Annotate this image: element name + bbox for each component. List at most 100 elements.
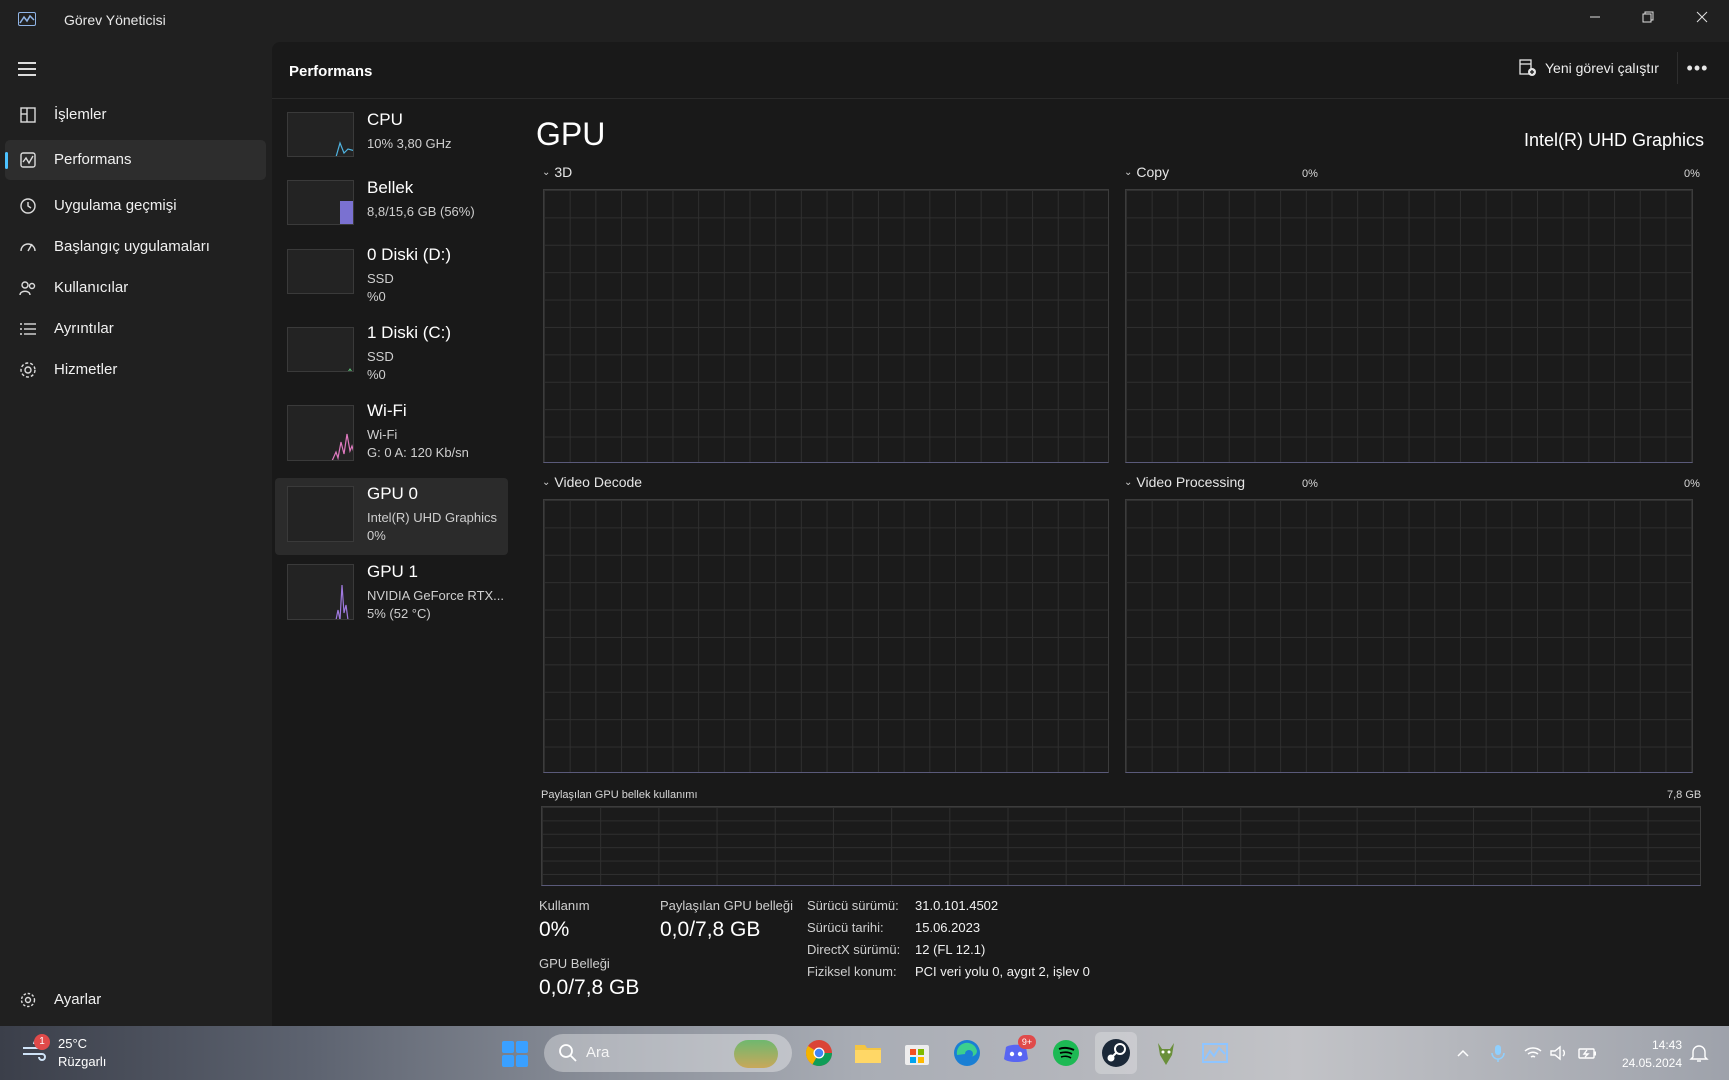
sidebar-item-app-history[interactable]: Uygulama geçmişi xyxy=(5,186,266,226)
sidebar-item-performance[interactable]: Performans xyxy=(5,140,266,180)
details-icon xyxy=(20,323,36,335)
taskbar: 1 25°C Rüzgarlı Ara 9+ 14:43 24.05.2024 xyxy=(0,1026,1729,1080)
battery-tray[interactable] xyxy=(1578,1043,1598,1063)
graph-selector-3d[interactable]: ⌄ 3D xyxy=(542,164,572,180)
device-detail: 10% 3,80 GHz xyxy=(367,136,452,151)
sidebar-item-processes[interactable]: İşlemler xyxy=(5,95,266,135)
close-button[interactable] xyxy=(1675,0,1729,34)
device-item-memory[interactable]: Bellek 8,8/15,6 GB (56%) xyxy=(275,172,508,249)
game-app[interactable] xyxy=(1150,1037,1182,1069)
chrome-icon xyxy=(805,1040,833,1067)
physical-location-label: Fiziksel konum: xyxy=(807,964,897,979)
graph-selector-copy[interactable]: ⌄ Copy xyxy=(1124,164,1169,180)
sidebar-item-label: Ayarlar xyxy=(54,991,102,1008)
device-type: SSD xyxy=(367,271,394,286)
processes-icon xyxy=(20,107,36,123)
windows-logo-icon xyxy=(502,1041,514,1053)
restore-button[interactable] xyxy=(1621,0,1675,34)
device-usage: %0 xyxy=(367,367,386,382)
gear-icon xyxy=(20,992,36,1008)
device-item-gpu-0[interactable]: GPU 0 Intel(R) UHD Graphics 0% xyxy=(275,478,508,555)
graph-label: Video Processing xyxy=(1136,474,1246,490)
sidebar-item-services[interactable]: Hizmetler xyxy=(5,350,266,390)
device-throughput: G: 0 A: 120 Kb/sn xyxy=(367,445,469,460)
device-item-cpu[interactable]: CPU 10% 3,80 GHz xyxy=(275,104,508,181)
chevron-down-icon: ⌄ xyxy=(1124,476,1133,488)
sidebar-item-details[interactable]: Ayrıntılar xyxy=(5,309,266,349)
shared-memory-graph-label: Paylaşılan GPU bellek kullanımı xyxy=(541,789,698,801)
device-type: Wi-Fi xyxy=(367,427,398,442)
gpu-memory-value: 0,0/7,8 GB xyxy=(539,976,640,999)
device-name: GPU 0 xyxy=(367,484,419,503)
gpu0-thumbnail-graph xyxy=(287,486,354,542)
game-character-icon xyxy=(1158,1043,1174,1065)
search-highlight-image xyxy=(734,1040,778,1068)
more-options-button[interactable]: ••• xyxy=(1677,52,1717,84)
microsoft-store-app[interactable] xyxy=(901,1037,933,1069)
file-explorer-app[interactable] xyxy=(852,1037,884,1069)
weather-condition: Rüzgarlı xyxy=(58,1054,107,1069)
shared-memory-label: Paylaşılan GPU belleği xyxy=(660,898,793,913)
shared-memory-value: 0,0/7,8 GB xyxy=(660,918,761,941)
chrome-app[interactable] xyxy=(803,1037,835,1069)
network-tray[interactable] xyxy=(1523,1043,1543,1063)
startup-icon xyxy=(20,243,36,252)
sidebar-item-users[interactable]: Kullanıcılar xyxy=(5,268,266,308)
battery-charging-icon xyxy=(1578,1048,1596,1059)
chevron-down-icon: ⌄ xyxy=(1124,166,1133,178)
shared-memory-graph-max: 7,8 GB xyxy=(1667,789,1702,801)
run-task-icon xyxy=(1519,59,1536,76)
task-manager-app-icon xyxy=(18,12,36,26)
device-name: Bellek xyxy=(367,178,414,197)
start-button[interactable] xyxy=(502,1041,528,1067)
show-hidden-icons[interactable] xyxy=(1453,1043,1473,1063)
device-item-disk-0[interactable]: 0 Diski (D:) SSD %0 xyxy=(275,239,508,316)
folder-icon xyxy=(855,1045,881,1063)
restore-icon xyxy=(1642,11,1654,23)
graph-label: Copy xyxy=(1136,164,1170,180)
minimize-button[interactable] xyxy=(1568,0,1622,34)
usage-value: 0% xyxy=(539,918,570,941)
driver-version-value: 31.0.101.4502 xyxy=(915,898,999,913)
search-placeholder: Ara xyxy=(586,1044,610,1061)
graph-selector-video-processing[interactable]: ⌄ Video Processing xyxy=(1124,474,1245,490)
device-item-gpu-1[interactable]: GPU 1 NVIDIA GeForce RTX... 5% (52 °C) xyxy=(275,556,508,633)
task-manager-taskbar-app[interactable] xyxy=(1199,1037,1231,1069)
microphone-tray[interactable] xyxy=(1488,1043,1508,1063)
clock-time: 14:43 xyxy=(1651,1038,1682,1052)
graph-max-pct: 0% xyxy=(1302,168,1318,180)
device-name: CPU xyxy=(367,110,403,129)
sidebar-item-startup-apps[interactable]: Başlangıç uygulamaları xyxy=(5,227,266,267)
graph-video-processing xyxy=(1125,499,1693,773)
run-new-task-button[interactable]: Yeni görevi çalıştır xyxy=(1519,59,1659,77)
device-usage: 0% xyxy=(367,528,386,543)
device-item-disk-1[interactable]: 1 Diski (C:) SSD %0 xyxy=(275,317,508,394)
task-manager-icon xyxy=(1202,1043,1228,1063)
notification-center[interactable] xyxy=(1689,1043,1709,1063)
weather-alert-badge: 1 xyxy=(34,1034,50,1050)
users-icon xyxy=(19,281,36,296)
volume-tray[interactable] xyxy=(1549,1043,1569,1063)
spotify-app[interactable] xyxy=(1050,1037,1082,1069)
bell-icon xyxy=(1689,1045,1709,1062)
shared-memory-graph xyxy=(541,806,1701,886)
graph-max-pct: 0% xyxy=(1684,168,1700,180)
discord-notification-badge: 9+ xyxy=(1018,1035,1036,1049)
graph-copy xyxy=(1125,189,1693,463)
history-icon xyxy=(20,198,36,214)
performance-icon xyxy=(20,152,36,168)
edge-app[interactable] xyxy=(951,1037,983,1069)
steam-app[interactable] xyxy=(1095,1032,1137,1074)
chevron-down-icon: ⌄ xyxy=(542,476,551,488)
graph-label: 3D xyxy=(554,164,573,180)
gpu-memory-label: GPU Belleği xyxy=(539,956,610,971)
device-usage: 5% (52 °C) xyxy=(367,606,431,621)
taskbar-clock[interactable]: 14:43 24.05.2024 xyxy=(1622,1036,1682,1072)
device-detail: 8,8/15,6 GB (56%) xyxy=(367,204,475,219)
device-item-wifi[interactable]: Wi-Fi Wi-Fi G: 0 A: 120 Kb/sn xyxy=(275,395,508,472)
graph-max-pct: 0% xyxy=(1684,478,1700,490)
minimize-icon xyxy=(1590,16,1600,18)
hamburger-menu-icon[interactable] xyxy=(18,62,36,76)
graph-selector-video-decode[interactable]: ⌄ Video Decode xyxy=(542,474,642,490)
sidebar-item-settings[interactable]: Ayarlar xyxy=(5,980,266,1020)
